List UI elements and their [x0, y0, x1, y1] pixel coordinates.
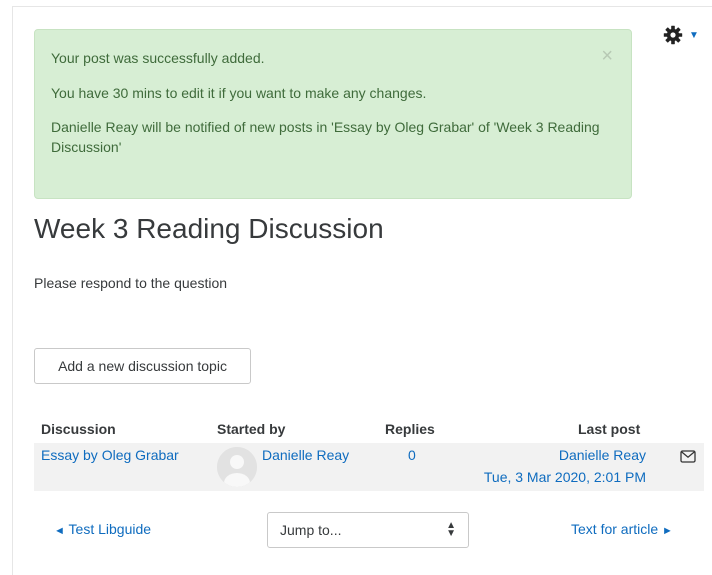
previous-activity-label: Test Libguide: [68, 521, 152, 537]
table-header: Discussion Started by Replies Last post: [34, 421, 704, 441]
page-title: Week 3 Reading Discussion: [34, 213, 384, 244]
select-arrows-icon: ▲ ▼: [446, 520, 456, 539]
next-activity-label: Text for article: [571, 521, 659, 537]
user-avatar-icon[interactable]: [217, 447, 257, 487]
table-row: Essay by Oleg Grabar Danielle Reay 0 Dan…: [34, 443, 704, 491]
replies-count-link[interactable]: 0: [408, 447, 416, 463]
actions-menu[interactable]: ▼: [663, 25, 699, 45]
next-arrow-icon: ►: [662, 525, 673, 537]
previous-arrow-icon: ◄: [54, 525, 65, 537]
alert-message-added: Your post was successfully added.: [51, 50, 265, 66]
jump-to-select[interactable]: Jump to... ▲ ▼: [267, 512, 469, 548]
column-header-replies[interactable]: Replies: [385, 421, 435, 437]
column-header-started-by[interactable]: Started by: [217, 421, 285, 437]
alert-message-edit-window: You have 30 mins to edit it if you want …: [51, 85, 427, 101]
column-header-last-post[interactable]: Last post: [578, 421, 640, 437]
forum-page: ▼ Your post was successfully added. You …: [12, 6, 712, 575]
column-header-discussion[interactable]: Discussion: [41, 421, 116, 437]
close-icon[interactable]: ×: [601, 46, 613, 66]
last-post-date-link[interactable]: Tue, 3 Mar 2020, 2:01 PM: [484, 469, 646, 485]
jump-to-label: Jump to...: [280, 522, 342, 538]
next-activity-link[interactable]: Text for article ►: [571, 521, 673, 537]
discussion-link[interactable]: Essay by Oleg Grabar: [41, 447, 179, 463]
alert-message-notification: Danielle Reay will be notified of new po…: [51, 119, 600, 155]
add-discussion-button[interactable]: Add a new discussion topic: [34, 348, 251, 384]
success-alert: Your post was successfully added. You ha…: [34, 29, 632, 199]
started-by-link[interactable]: Danielle Reay: [262, 447, 349, 463]
gear-icon[interactable]: [663, 25, 683, 45]
envelope-icon[interactable]: [680, 450, 696, 463]
previous-activity-link[interactable]: ◄ Test Libguide: [54, 521, 151, 537]
chevron-down-icon[interactable]: ▼: [689, 30, 699, 41]
last-post-user-link[interactable]: Danielle Reay: [559, 447, 646, 463]
forum-intro: Please respond to the question: [34, 275, 228, 291]
